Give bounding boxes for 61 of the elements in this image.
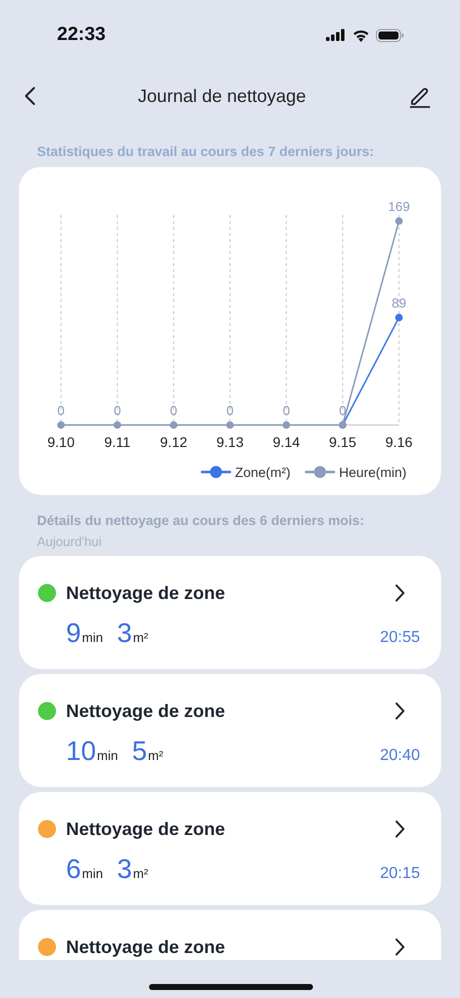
chevron-right-icon bbox=[395, 584, 405, 602]
duration-unit: min bbox=[97, 748, 118, 763]
record-title: Nettoyage de zone bbox=[66, 582, 226, 604]
legend-marker bbox=[305, 466, 335, 478]
axis-label: 9.10 bbox=[47, 434, 75, 450]
legend-marker bbox=[201, 466, 231, 478]
chevron-right-icon bbox=[395, 938, 405, 956]
data-point bbox=[226, 421, 234, 429]
area-unit: m² bbox=[148, 748, 164, 763]
data-point bbox=[57, 421, 65, 429]
data-label: 0 bbox=[282, 403, 290, 418]
duration-value: 9 bbox=[66, 618, 82, 649]
data-label: 0 bbox=[114, 403, 121, 418]
page-title: Journal de nettoyage bbox=[138, 86, 306, 106]
record-title: Nettoyage de zone bbox=[66, 818, 226, 840]
legend-label: Zone(m²) bbox=[235, 465, 291, 480]
signal-icon bbox=[326, 29, 346, 41]
area-value: 3 bbox=[116, 618, 132, 649]
record-title: Nettoyage de zone bbox=[66, 700, 226, 722]
axis-label: 9.13 bbox=[216, 434, 244, 450]
data-label: 169 bbox=[388, 199, 410, 214]
axis-label: 9.15 bbox=[329, 434, 356, 450]
record-card[interactable]: Nettoyage de zone 6min 3m² 20:15 bbox=[19, 792, 441, 905]
area-unit: m² bbox=[133, 866, 148, 881]
record-time: 20:55 bbox=[380, 629, 420, 647]
battery-icon bbox=[376, 28, 404, 42]
section-heading: Détails du nettoyage au cours des 6 derniers mois: bbox=[36, 513, 366, 528]
data-label: 0 bbox=[226, 403, 234, 418]
wifi-icon bbox=[352, 28, 370, 42]
area-unit: m² bbox=[133, 630, 148, 645]
data-point bbox=[282, 421, 290, 429]
duration-value: 6 bbox=[66, 854, 82, 885]
chevron-right-icon bbox=[395, 820, 405, 838]
record-card[interactable]: Nettoyage de zone bbox=[19, 910, 441, 960]
axis-label: 9.12 bbox=[160, 434, 188, 450]
data-label: 89 bbox=[392, 296, 406, 311]
axis-label: 9.11 bbox=[104, 434, 130, 450]
duration-unit: min bbox=[82, 630, 103, 645]
data-label: 0 bbox=[57, 403, 65, 418]
chevron-right-icon bbox=[395, 702, 405, 720]
area-value: 5 bbox=[132, 736, 148, 767]
legend-label: Heure(min) bbox=[339, 465, 407, 480]
back-button[interactable] bbox=[22, 84, 38, 108]
record-time: 20:40 bbox=[380, 747, 420, 765]
axis-label: 9.14 bbox=[272, 434, 300, 450]
data-point bbox=[395, 217, 403, 225]
data-point bbox=[114, 421, 122, 429]
record-card[interactable]: Nettoyage de zone 10min 5m² 20:40 bbox=[19, 674, 441, 787]
record-title: Nettoyage de zone bbox=[66, 936, 226, 958]
record-time: 20:15 bbox=[380, 865, 420, 883]
status-time: 22:33 bbox=[57, 24, 106, 46]
area-value: 3 bbox=[116, 854, 132, 885]
data-point bbox=[170, 421, 178, 429]
duration-unit: min bbox=[82, 866, 103, 881]
data-label: 0 bbox=[170, 403, 178, 418]
record-card[interactable]: Nettoyage de zone 9min 3m² 20:55 bbox=[19, 556, 441, 669]
axis-label: 9.16 bbox=[385, 434, 413, 450]
data-label: 0 bbox=[339, 403, 346, 418]
data-point bbox=[395, 314, 403, 322]
duration-value: 10 bbox=[66, 736, 96, 767]
section-heading: Statistiques du travail au cours des 7 derniers jours: bbox=[36, 144, 375, 159]
